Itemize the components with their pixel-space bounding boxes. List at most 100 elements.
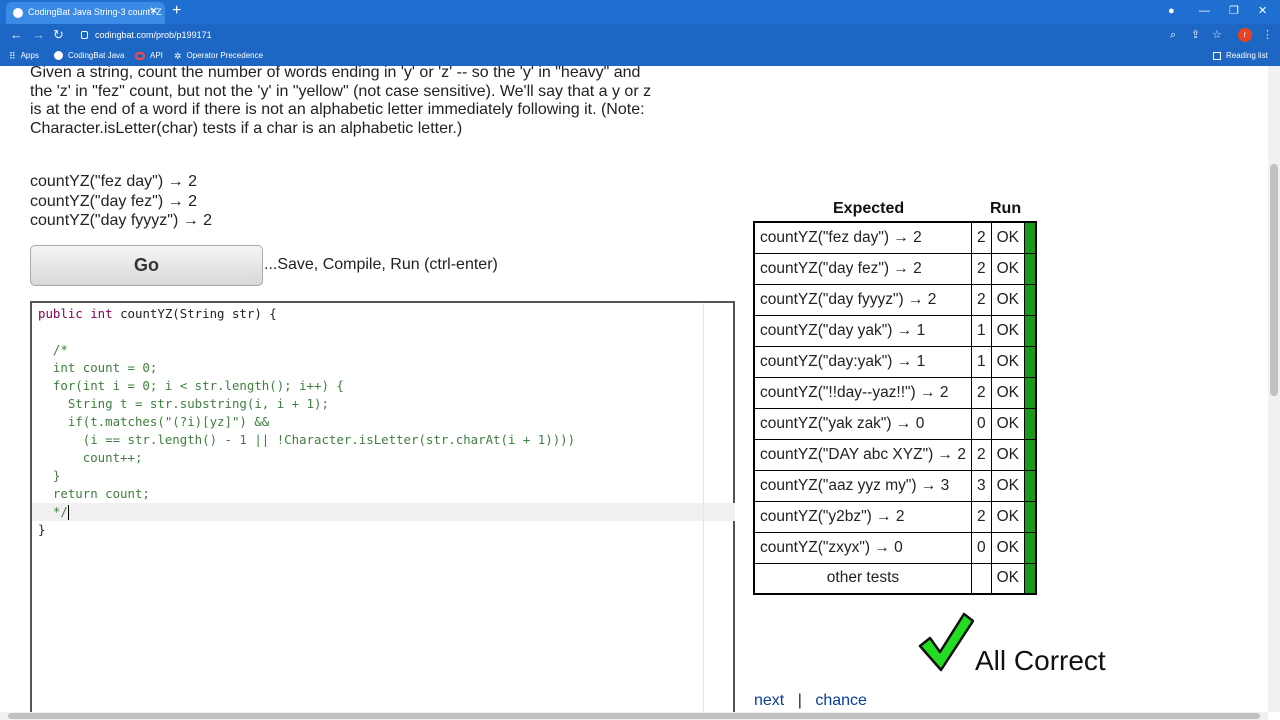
status-cell: OK bbox=[990, 314, 1026, 347]
pass-indicator bbox=[1024, 469, 1037, 502]
code-text[interactable]: public int countYZ(String str) { /* int … bbox=[38, 305, 575, 539]
keyword: public int bbox=[38, 306, 113, 321]
pass-indicator bbox=[1024, 252, 1037, 285]
pass-indicator bbox=[1024, 531, 1037, 564]
page-content: Given a string, count the number of word… bbox=[0, 66, 1268, 712]
code-line: (i == str.length() - 1 || !Character.isL… bbox=[38, 432, 576, 447]
code-line: /* bbox=[38, 342, 68, 357]
expected-cell: countYZ("!!day--yaz!!") → 2 bbox=[753, 376, 972, 409]
profile-avatar[interactable]: r bbox=[1238, 28, 1252, 42]
media-control-icon[interactable]: ● bbox=[1168, 2, 1175, 20]
status-cell: OK bbox=[990, 283, 1026, 316]
url-text: codingbat.com/prob/p199171 bbox=[95, 30, 212, 40]
horizontal-scrollbar[interactable] bbox=[0, 712, 1268, 720]
close-window-icon[interactable]: ✕ bbox=[1258, 2, 1267, 20]
example-line: countYZ("day fyyyz") → 2 bbox=[30, 212, 213, 229]
expected-cell: countYZ("y2bz") → 2 bbox=[753, 500, 972, 533]
table-row: countYZ("zxyx") → 0 0 OK bbox=[753, 531, 1037, 564]
lock-icon bbox=[81, 31, 88, 39]
minimize-icon[interactable]: — bbox=[1199, 2, 1210, 20]
tab-title: CodingBat Java String-3 countYZ bbox=[28, 7, 162, 17]
expected-cell: countYZ("day yak") → 1 bbox=[753, 314, 972, 347]
code-line: */ bbox=[38, 504, 69, 520]
status-cell: OK bbox=[990, 345, 1026, 378]
table-row: countYZ("DAY abc XYZ") → 2 2 OK bbox=[753, 438, 1037, 471]
text-cursor bbox=[67, 505, 69, 520]
bookmark-apps[interactable]: ⠿ Apps bbox=[9, 46, 39, 66]
status-cell: OK bbox=[990, 438, 1026, 471]
new-tab-icon[interactable]: + bbox=[172, 1, 181, 21]
status-cell: OK bbox=[990, 221, 1026, 254]
table-row: countYZ("yak zak") → 0 0 OK bbox=[753, 407, 1037, 440]
share-icon[interactable]: ⇪ bbox=[1191, 26, 1200, 44]
reading-list-button[interactable]: Reading list bbox=[1213, 46, 1268, 66]
bookmark-codingbat[interactable]: CodingBat Java bbox=[54, 46, 124, 66]
code-line: int count = 0; bbox=[38, 360, 158, 375]
expected-cell: countYZ("DAY abc XYZ") → 2 bbox=[753, 438, 972, 471]
pass-indicator bbox=[1024, 562, 1037, 595]
pass-indicator bbox=[1024, 438, 1037, 471]
reading-list-icon bbox=[1213, 51, 1221, 60]
menu-kebab-icon[interactable]: ⋮ bbox=[1262, 26, 1273, 44]
back-icon[interactable]: ← bbox=[10, 26, 23, 44]
table-row: countYZ("day fyyyz") → 2 2 OK bbox=[753, 283, 1037, 316]
table-row: countYZ("fez day") → 2 2 OK bbox=[753, 221, 1037, 254]
table-row: countYZ("day fez") → 2 2 OK bbox=[753, 252, 1037, 285]
expected-header: Expected bbox=[833, 200, 905, 217]
expected-cell: countYZ("day:yak") → 1 bbox=[753, 345, 972, 378]
scrollbar-thumb[interactable] bbox=[8, 713, 1260, 719]
code-editor[interactable]: public int countYZ(String str) { /* int … bbox=[30, 301, 735, 712]
run-cell: 2 bbox=[970, 376, 992, 409]
forward-icon[interactable]: → bbox=[32, 26, 45, 44]
codingbat-icon bbox=[54, 51, 63, 61]
run-cell: 1 bbox=[970, 345, 992, 378]
next-link[interactable]: next bbox=[754, 692, 784, 709]
status-cell: OK bbox=[990, 500, 1026, 533]
address-bar[interactable]: codingbat.com/prob/p199171 bbox=[78, 26, 1233, 44]
other-tests-label: other tests bbox=[753, 562, 972, 595]
vertical-scrollbar[interactable] bbox=[1268, 66, 1280, 712]
code-line: } bbox=[38, 468, 61, 483]
expected-cell: countYZ("yak zak") → 0 bbox=[753, 407, 972, 440]
status-cell: OK bbox=[990, 562, 1026, 595]
chance-link[interactable]: chance bbox=[815, 692, 867, 709]
table-row: countYZ("aaz yyz my") → 3 3 OK bbox=[753, 469, 1037, 502]
scrollbar-thumb[interactable] bbox=[1270, 164, 1278, 396]
bookmarks-bar: ⠿ Apps CodingBat Java API ✲ Operator Prece… bbox=[0, 46, 1280, 66]
apps-grid-icon: ⠿ bbox=[9, 51, 16, 61]
pass-indicator bbox=[1024, 376, 1037, 409]
browser-tab[interactable]: CodingBat Java String-3 countYZ ✕ bbox=[6, 2, 165, 24]
table-row: countYZ("y2bz") → 2 2 OK bbox=[753, 500, 1037, 533]
status-cell: OK bbox=[990, 469, 1026, 502]
code-line: public int countYZ(String str) { bbox=[38, 306, 277, 321]
pass-indicator bbox=[1024, 500, 1037, 533]
code-line: return count; bbox=[38, 486, 150, 501]
run-cell: 2 bbox=[970, 252, 992, 285]
table-row: countYZ("day yak") → 1 1 OK bbox=[753, 314, 1037, 347]
run-cell: 1 bbox=[970, 314, 992, 347]
zoom-icon[interactable]: ⌕ bbox=[1170, 26, 1176, 44]
close-tab-icon[interactable]: ✕ bbox=[150, 2, 158, 22]
expected-cell: countYZ("aaz yyz my") → 3 bbox=[753, 469, 972, 502]
pass-indicator bbox=[1024, 221, 1037, 254]
pass-indicator bbox=[1024, 314, 1037, 347]
run-cell: 0 bbox=[970, 531, 992, 564]
code-line: if(t.matches("(?i)[yz]") && bbox=[38, 414, 270, 429]
status-cell: OK bbox=[990, 252, 1026, 285]
bookmark-api[interactable]: API bbox=[135, 46, 163, 66]
reload-icon[interactable]: ↻ bbox=[53, 26, 64, 44]
oracle-icon bbox=[135, 51, 145, 60]
status-cell: OK bbox=[990, 376, 1026, 409]
go-button[interactable]: Go bbox=[30, 245, 263, 286]
codingbat-favicon-icon bbox=[13, 8, 23, 18]
run-cell bbox=[970, 562, 992, 595]
restore-icon[interactable]: ❐ bbox=[1229, 2, 1239, 20]
expected-cell: countYZ("day fez") → 2 bbox=[753, 252, 972, 285]
expected-cell: countYZ("fez day") → 2 bbox=[753, 221, 972, 254]
all-correct-label: All Correct bbox=[975, 645, 1106, 676]
bookmark-operator-precedence[interactable]: ✲ Operator Precedence bbox=[174, 46, 263, 66]
bookmark-star-icon[interactable]: ☆ bbox=[1212, 26, 1222, 44]
run-header: Run bbox=[990, 200, 1022, 217]
table-row: countYZ("day:yak") → 1 1 OK bbox=[753, 345, 1037, 378]
